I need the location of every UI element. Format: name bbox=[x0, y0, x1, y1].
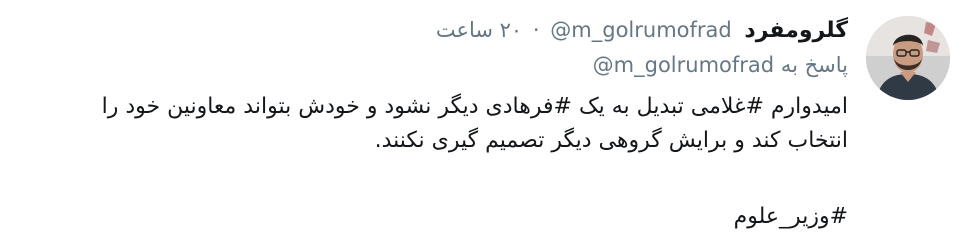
user-handle[interactable]: @m_golrumofrad bbox=[550, 18, 731, 42]
tweet-text-line-2: انتخاب کند و برایش گروهی دیگر تصمیم گیری… bbox=[374, 128, 848, 153]
reply-handle-link[interactable]: @m_golrumofrad bbox=[593, 53, 774, 77]
avatar-photo-icon bbox=[866, 16, 950, 100]
tweet-content: گلرومفرد @m_golrumofrad · ۲۰ ساعت پاسخ ب… bbox=[28, 12, 848, 234]
tweet-time[interactable]: ۲۰ ساعت bbox=[436, 18, 522, 42]
separator-dot: · bbox=[532, 18, 540, 42]
hashtag-link[interactable]: #وزیر_علوم bbox=[734, 204, 848, 229]
tweet-header: گلرومفرد @m_golrumofrad · ۲۰ ساعت bbox=[28, 12, 848, 48]
tweet-text-line-1: امیدوارم #غلامی تبدیل به یک #فرهادی دیگر… bbox=[101, 94, 848, 119]
tweet-body: امیدوارم #غلامی تبدیل به یک #فرهادی دیگر… bbox=[28, 90, 848, 234]
reply-prefix: پاسخ به bbox=[780, 53, 848, 77]
reply-context: پاسخ به @m_golrumofrad bbox=[28, 48, 848, 82]
avatar[interactable] bbox=[866, 16, 950, 100]
tweet-card: گلرومفرد @m_golrumofrad · ۲۰ ساعت پاسخ ب… bbox=[0, 0, 968, 252]
display-name[interactable]: گلرومفرد bbox=[744, 18, 848, 43]
